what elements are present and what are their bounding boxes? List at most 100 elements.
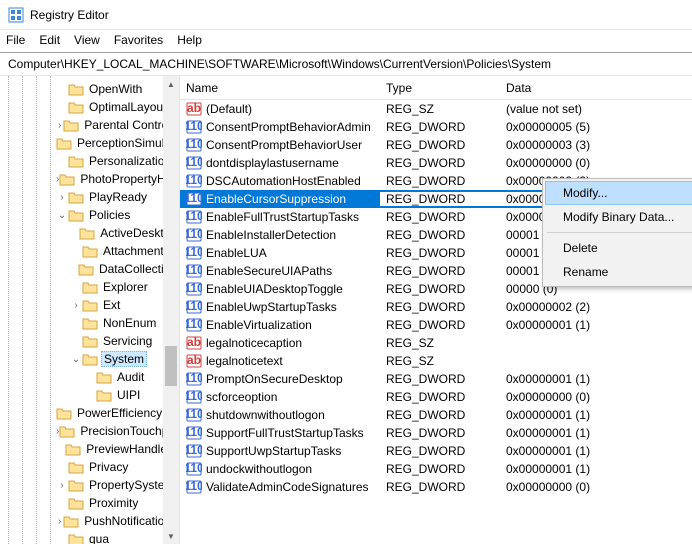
tree-item[interactable]: OptimalLayout	[0, 98, 179, 116]
value-name: EnableUIADesktopToggle	[206, 282, 343, 296]
tree-label: qua	[87, 532, 111, 544]
dword-value-icon: 110	[186, 425, 202, 441]
value-data: 0x00000002 (2)	[500, 300, 692, 314]
value-row[interactable]: 110SupportFullTrustStartupTasksREG_DWORD…	[180, 424, 692, 442]
folder-icon	[56, 406, 72, 420]
tree-item[interactable]: OpenWith	[0, 80, 179, 98]
value-type: REG_DWORD	[380, 480, 500, 494]
tree-item[interactable]: ›Ext	[0, 296, 179, 314]
menu-delete[interactable]: Delete	[545, 236, 692, 260]
value-type: REG_DWORD	[380, 156, 500, 170]
tree-item[interactable]: ›PropertySystem	[0, 476, 179, 494]
tree-item[interactable]: PreviewHandlers	[0, 440, 179, 458]
column-data[interactable]: Data	[500, 81, 692, 95]
tree-label: OpenWith	[87, 82, 144, 96]
value-row[interactable]: 110shutdownwithoutlogonREG_DWORD0x000000…	[180, 406, 692, 424]
menu-view[interactable]: View	[74, 33, 100, 47]
tree-item[interactable]: ›Parental Controls	[0, 116, 179, 134]
value-data: 0x00000001 (1)	[500, 426, 692, 440]
tree-item[interactable]: ⌄Policies	[0, 206, 179, 224]
value-name: EnableUwpStartupTasks	[206, 300, 337, 314]
menu-favorites[interactable]: Favorites	[114, 33, 163, 47]
tree-label: OptimalLayout	[87, 100, 168, 114]
dword-value-icon: 110	[186, 479, 202, 495]
tree-item[interactable]: Explorer	[0, 278, 179, 296]
dword-value-icon: 110	[186, 209, 202, 225]
value-name: legalnoticetext	[206, 354, 283, 368]
expand-icon[interactable]: ⌄	[70, 354, 82, 365]
tree-item[interactable]: Personalization	[0, 152, 179, 170]
tree-item[interactable]: ActiveDesktop	[0, 224, 179, 242]
tree-item[interactable]: NonEnum	[0, 314, 179, 332]
value-type: REG_DWORD	[380, 300, 500, 314]
menu-modify[interactable]: Modify...	[545, 181, 692, 205]
expand-icon[interactable]: ⌄	[56, 210, 68, 221]
value-type: REG_DWORD	[380, 264, 500, 278]
value-row[interactable]: 110ConsentPromptBehaviorUserREG_DWORD0x0…	[180, 136, 692, 154]
folder-icon	[68, 100, 84, 114]
address-bar[interactable]: Computer\HKEY_LOCAL_MACHINE\SOFTWARE\Mic…	[0, 53, 692, 75]
value-row[interactable]: ab(Default)REG_SZ(value not set)	[180, 100, 692, 118]
value-row[interactable]: ablegalnoticecaptionREG_SZ	[180, 334, 692, 352]
tree-scrollbar[interactable]: ▲ ▼	[163, 76, 179, 544]
menu-file[interactable]: File	[6, 33, 25, 47]
value-row[interactable]: 110dontdisplaylastusernameREG_DWORD0x000…	[180, 154, 692, 172]
value-name: (Default)	[206, 102, 252, 116]
value-type: REG_DWORD	[380, 426, 500, 440]
value-row[interactable]: ablegalnoticetextREG_SZ	[180, 352, 692, 370]
tree-item[interactable]: qua	[0, 530, 179, 544]
tree-item[interactable]: UIPI	[0, 386, 179, 404]
dword-value-icon: 110	[186, 263, 202, 279]
value-row[interactable]: 110ValidateAdminCodeSignaturesREG_DWORD0…	[180, 478, 692, 496]
svg-text:110: 110	[186, 425, 202, 439]
expand-icon[interactable]: ›	[70, 300, 82, 311]
expand-icon[interactable]: ›	[56, 120, 63, 131]
tree-item[interactable]: ›PhotoPropertyHandler	[0, 170, 179, 188]
value-row[interactable]: 110ConsentPromptBehaviorAdminREG_DWORD0x…	[180, 118, 692, 136]
value-row[interactable]: 110EnableUwpStartupTasksREG_DWORD0x00000…	[180, 298, 692, 316]
tree-item[interactable]: Servicing	[0, 332, 179, 350]
tree-item[interactable]: Audit	[0, 368, 179, 386]
scroll-thumb[interactable]	[165, 346, 177, 386]
expand-icon[interactable]: ›	[56, 192, 68, 203]
menu-edit[interactable]: Edit	[39, 33, 60, 47]
dword-value-icon: 110	[186, 137, 202, 153]
scroll-down-icon[interactable]: ▼	[163, 528, 179, 544]
column-type[interactable]: Type	[380, 81, 500, 95]
value-row[interactable]: 110SupportUwpStartupTasksREG_DWORD0x0000…	[180, 442, 692, 460]
value-data: (value not set)	[500, 102, 692, 116]
tree-item[interactable]: DataCollection	[0, 260, 179, 278]
tree-item[interactable]: Proximity	[0, 494, 179, 512]
tree-item[interactable]: Attachments	[0, 242, 179, 260]
tree-label: Servicing	[101, 334, 154, 348]
value-type: REG_DWORD	[380, 390, 500, 404]
expand-icon[interactable]: ›	[56, 480, 68, 491]
menu-modify-binary[interactable]: Modify Binary Data...	[545, 205, 692, 229]
tree-item[interactable]: PowerEfficiencyDiagnostics	[0, 404, 179, 422]
value-type: REG_DWORD	[380, 318, 500, 332]
value-type: REG_DWORD	[380, 120, 500, 134]
scroll-up-icon[interactable]: ▲	[163, 76, 179, 92]
tree-item[interactable]: ›PlayReady	[0, 188, 179, 206]
value-row[interactable]: 110undockwithoutlogonREG_DWORD0x00000001…	[180, 460, 692, 478]
menu-help[interactable]: Help	[177, 33, 202, 47]
tree-item[interactable]: PerceptionSimulation	[0, 134, 179, 152]
svg-text:ab: ab	[187, 335, 201, 349]
value-data: 0x00000001 (1)	[500, 444, 692, 458]
value-row[interactable]: 110EnableVirtualizationREG_DWORD0x000000…	[180, 316, 692, 334]
tree-item[interactable]: ›PushNotifications	[0, 512, 179, 530]
tree-pane[interactable]: OpenWithOptimalLayout›Parental ControlsP…	[0, 76, 180, 544]
value-name: scforceoption	[206, 390, 277, 404]
value-data: 0x00000001 (1)	[500, 318, 692, 332]
tree-item[interactable]: Privacy	[0, 458, 179, 476]
value-row[interactable]: 110scforceoptionREG_DWORD0x00000000 (0)	[180, 388, 692, 406]
titlebar: Registry Editor	[0, 0, 692, 30]
column-name[interactable]: Name	[180, 81, 380, 95]
value-row[interactable]: 110PromptOnSecureDesktopREG_DWORD0x00000…	[180, 370, 692, 388]
tree-item[interactable]: ⌄System	[0, 350, 179, 368]
expand-icon[interactable]: ›	[56, 516, 63, 527]
dword-value-icon: 110	[186, 227, 202, 243]
menu-rename[interactable]: Rename	[545, 260, 692, 284]
tree-label: Explorer	[101, 280, 150, 294]
tree-item[interactable]: ›PrecisionTouchpad	[0, 422, 179, 440]
